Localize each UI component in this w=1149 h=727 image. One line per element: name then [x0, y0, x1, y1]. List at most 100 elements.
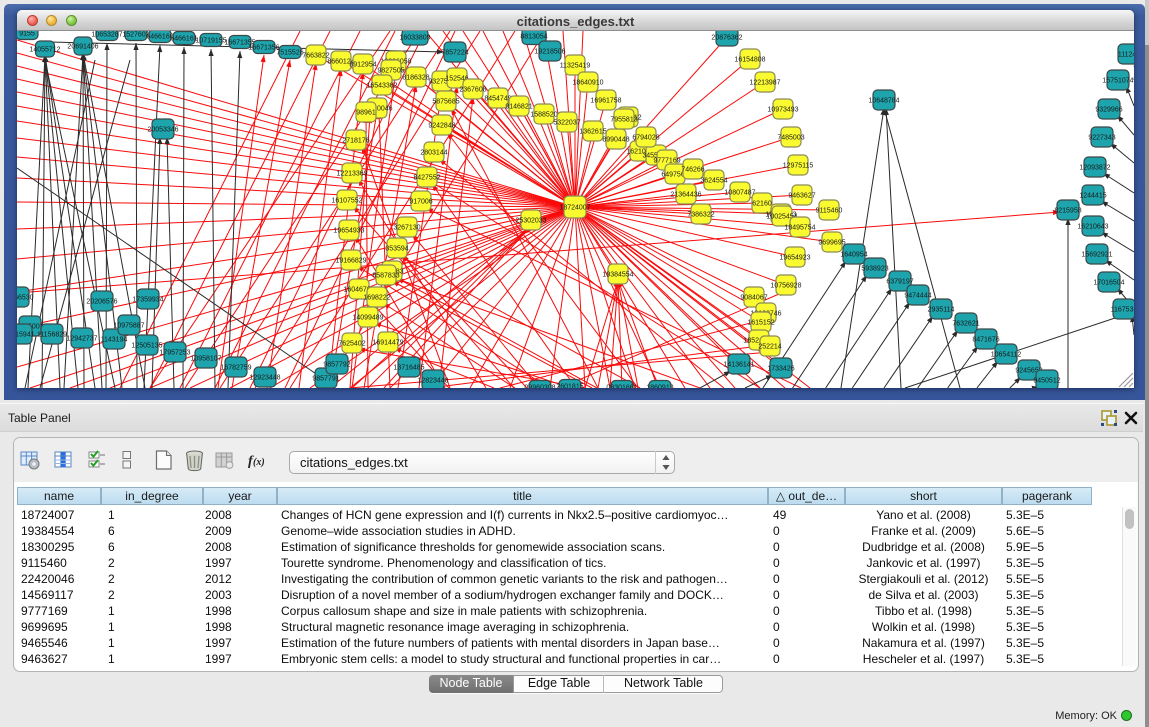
svg-text:15751074: 15751074 — [1102, 78, 1133, 85]
svg-text:917006: 917006 — [409, 199, 432, 206]
svg-text:1588520: 1588520 — [530, 112, 557, 119]
svg-text:252214: 252214 — [758, 344, 781, 351]
svg-text:12505135: 12505135 — [131, 343, 162, 350]
svg-text:7663822: 7663822 — [302, 53, 329, 60]
svg-text:8471676: 8471676 — [972, 337, 999, 344]
svg-text:10807487: 10807487 — [724, 190, 755, 197]
svg-text:09960308: 09960308 — [524, 385, 555, 389]
svg-text:8813054: 8813054 — [520, 34, 547, 41]
svg-text:1244415: 1244415 — [1079, 193, 1106, 200]
svg-text:7625402: 7625402 — [338, 341, 365, 348]
svg-text:8215958: 8215958 — [1054, 208, 1081, 215]
svg-text:3624554: 3624554 — [700, 178, 727, 185]
svg-text:16671356: 16671356 — [248, 45, 279, 52]
svg-text:2718176: 2718176 — [342, 138, 369, 145]
svg-text:8912954: 8912954 — [349, 62, 376, 69]
svg-text:7485003: 7485003 — [777, 135, 804, 142]
svg-text:12213987: 12213987 — [749, 80, 780, 87]
svg-text:14136141: 14136141 — [723, 362, 754, 369]
svg-text:9450512: 9450512 — [1033, 378, 1060, 385]
svg-text:20206576: 20206576 — [86, 299, 117, 306]
svg-text:26166530: 26166530 — [17, 295, 34, 302]
svg-text:9699695: 9699695 — [818, 240, 845, 247]
svg-text:20053346: 20053346 — [147, 127, 178, 134]
svg-text:9146821: 9146821 — [505, 104, 532, 111]
svg-text:1167533: 1167533 — [1111, 307, 1134, 314]
svg-text:15692921: 15692921 — [1081, 252, 1112, 259]
svg-text:7386322: 7386322 — [687, 212, 714, 219]
svg-text:8587833: 8587833 — [372, 273, 399, 280]
svg-text:1615152: 1615152 — [747, 320, 774, 327]
svg-text:21364436: 21364436 — [670, 192, 701, 199]
svg-text:08301661: 08301661 — [606, 385, 637, 389]
svg-text:8186328: 8186328 — [402, 75, 429, 82]
svg-text:1698222: 1698222 — [363, 295, 390, 302]
svg-text:17016504: 17016504 — [1093, 280, 1124, 287]
svg-text:18640910: 18640910 — [572, 80, 603, 87]
svg-text:2367608: 2367608 — [459, 87, 486, 94]
svg-text:8990448: 8990448 — [602, 137, 629, 144]
svg-text:9857792: 9857792 — [323, 362, 350, 369]
svg-text:10756928: 10756928 — [770, 283, 801, 290]
svg-text:5322037: 5322037 — [553, 120, 580, 127]
svg-text:9227343: 9227343 — [1088, 135, 1115, 142]
svg-text:12923448: 12923448 — [249, 375, 280, 382]
svg-text:10654112: 10654112 — [991, 352, 1022, 359]
svg-text:19218506: 19218506 — [534, 49, 565, 56]
svg-text:3267130: 3267130 — [393, 225, 420, 232]
svg-text:62160: 62160 — [752, 201, 772, 208]
svg-text:10958107: 10958107 — [190, 356, 221, 363]
svg-text:9329966: 9329966 — [1095, 107, 1122, 114]
svg-text:9827505: 9827505 — [377, 68, 404, 75]
svg-text:7955813: 7955813 — [610, 117, 637, 124]
svg-text:9242848: 9242848 — [428, 123, 455, 130]
svg-text:(x): (x) — [253, 457, 265, 468]
svg-text:10973493: 10973493 — [767, 107, 798, 114]
svg-text:14055712: 14055712 — [29, 47, 60, 54]
svg-text:9155: 9155 — [19, 31, 35, 38]
svg-text:8427552: 8427552 — [413, 175, 440, 182]
svg-text:16033809: 16033809 — [399, 35, 430, 42]
svg-text:13716485: 13716485 — [393, 365, 424, 372]
svg-text:6466161: 6466161 — [170, 36, 197, 43]
svg-text:8454749: 8454749 — [484, 96, 511, 103]
svg-text:7857224: 7857224 — [441, 50, 468, 57]
svg-text:11325419: 11325419 — [560, 63, 591, 70]
svg-text:20691406: 20691406 — [67, 44, 98, 51]
svg-text:17359934: 17359934 — [132, 297, 163, 304]
svg-text:1362615: 1362615 — [579, 129, 606, 136]
svg-text:2803144: 2803144 — [420, 150, 447, 157]
svg-text:16782759: 16782759 — [220, 365, 251, 372]
svg-text:19654933: 19654933 — [333, 228, 364, 235]
svg-text:16914479: 16914479 — [372, 340, 403, 347]
svg-text:6379197: 6379197 — [886, 279, 913, 286]
svg-text:16543362: 16543362 — [366, 83, 397, 90]
svg-text:6794028: 6794028 — [632, 135, 659, 142]
svg-text:2935114: 2935114 — [928, 307, 955, 314]
svg-text:9115460: 9115460 — [816, 208, 843, 215]
svg-text:10653287: 10653287 — [91, 32, 122, 39]
svg-text:5875685: 5875685 — [432, 99, 459, 106]
svg-text:3915941: 3915941 — [17, 332, 35, 339]
svg-text:9474444: 9474444 — [904, 293, 931, 300]
svg-text:18724007: 18724007 — [559, 205, 590, 212]
svg-text:12823448: 12823448 — [417, 378, 448, 385]
svg-text:14099489: 14099489 — [352, 315, 383, 322]
svg-text:746266: 746266 — [681, 167, 704, 174]
svg-text:111245: 111245 — [1118, 52, 1134, 59]
svg-text:7515526: 7515526 — [276, 50, 303, 57]
svg-text:353594: 353594 — [385, 246, 408, 253]
svg-text:5938923: 5938923 — [861, 266, 888, 273]
svg-text:19384554: 19384554 — [602, 272, 633, 279]
svg-text:12975115: 12975115 — [783, 163, 814, 170]
svg-text:7632621: 7632621 — [952, 321, 979, 328]
svg-text:11156829: 11156829 — [37, 332, 67, 339]
svg-text:98961: 98961 — [356, 110, 376, 117]
svg-text:16210643: 16210643 — [1077, 224, 1108, 231]
svg-text:20876362: 20876362 — [711, 35, 742, 42]
svg-text:10975887: 10975887 — [113, 323, 144, 330]
svg-text:9857791: 9857791 — [312, 376, 339, 383]
svg-text:19166829: 19166829 — [335, 258, 366, 265]
svg-text:2601815: 2601815 — [556, 384, 583, 389]
svg-text:1733426: 1733426 — [767, 366, 794, 373]
